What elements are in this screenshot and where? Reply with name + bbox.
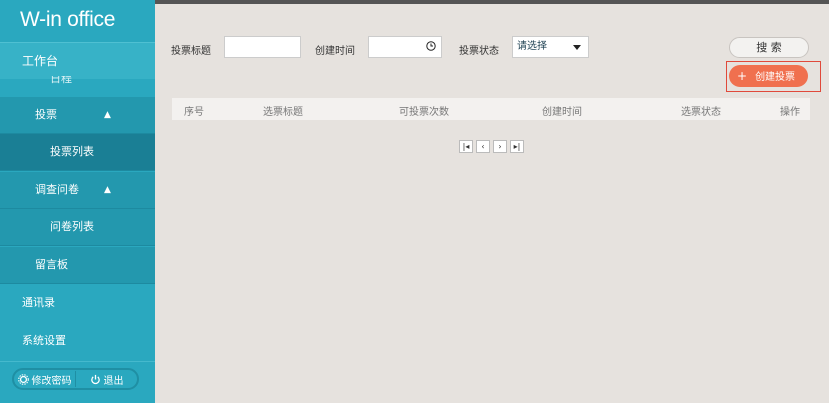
vote-title-input[interactable] xyxy=(224,36,301,58)
vote-status-select[interactable]: 请选择 xyxy=(512,36,589,58)
plus-icon: + xyxy=(737,69,748,83)
logout-label: 退出 xyxy=(103,375,124,387)
gear-icon xyxy=(17,373,29,385)
sidebar-footer: 修改密码 退出 xyxy=(12,368,139,390)
top-bar xyxy=(155,0,829,4)
sidebar-item-schedule-label: 日程 xyxy=(50,76,72,85)
collapse-arrow-icon: ▲ xyxy=(104,110,111,120)
sidebar-section-survey[interactable]: 调查问卷 ▲ xyxy=(0,172,155,209)
col-header-status: 选票状态 xyxy=(681,107,721,118)
search-button[interactable]: 搜 索 xyxy=(729,37,809,58)
power-icon xyxy=(90,374,100,384)
change-password-label: 修改密码 xyxy=(31,375,72,387)
prev-page-button[interactable]: ‹ xyxy=(476,140,490,153)
col-header-create-time: 创建时间 xyxy=(542,107,582,118)
col-header-vote-count: 可投票次数 xyxy=(399,107,449,118)
col-header-actions: 操作 xyxy=(780,107,800,118)
sidebar-item-message-board[interactable]: 留言板 xyxy=(0,247,155,284)
vote-title-label: 投票标题 xyxy=(171,46,211,57)
sidebar: W-in office 工作台 日程 投票 ▲ 投票列表 调查问卷 ▲ 问卷列表… xyxy=(0,0,155,403)
logout-button[interactable]: 退出 xyxy=(76,370,137,388)
last-page-button[interactable]: ▸| xyxy=(510,140,524,153)
col-header-title: 选票标题 xyxy=(263,107,303,118)
app-logo: W-in office xyxy=(0,0,155,42)
sidebar-item-vote-list[interactable]: 投票列表 xyxy=(0,134,155,171)
chevron-down-icon xyxy=(573,45,581,50)
sidebar-item-settings[interactable]: 系统设置 xyxy=(0,322,155,362)
vote-status-label: 投票状态 xyxy=(459,46,499,57)
col-header-index: 序号 xyxy=(184,107,204,118)
pagination: |◂ ‹ › ▸| xyxy=(459,140,524,153)
create-time-input[interactable] xyxy=(368,36,442,58)
sidebar-item-survey-list[interactable]: 问卷列表 xyxy=(0,209,155,246)
create-vote-button[interactable]: + 创建投票 xyxy=(729,65,808,87)
create-time-label: 创建时间 xyxy=(315,46,355,57)
sidebar-item-contacts[interactable]: 通讯录 xyxy=(0,284,155,324)
first-page-button[interactable]: |◂ xyxy=(459,140,473,153)
table-header: 序号 选票标题 可投票次数 创建时间 选票状态 操作 xyxy=(172,98,810,120)
change-password-button[interactable]: 修改密码 xyxy=(14,370,75,388)
sidebar-section-survey-label: 调查问卷 xyxy=(35,183,79,196)
create-vote-label: 创建投票 xyxy=(755,72,796,83)
collapse-arrow-icon: ▲ xyxy=(104,185,111,195)
sidebar-section-vote[interactable]: 投票 ▲ xyxy=(0,97,155,134)
sidebar-item-workbench[interactable]: 工作台 xyxy=(0,42,155,79)
sidebar-section-vote-label: 投票 xyxy=(35,108,57,121)
vote-status-selected: 请选择 xyxy=(517,41,547,52)
next-page-button[interactable]: › xyxy=(493,140,507,153)
sidebar-item-schedule[interactable]: 日程 xyxy=(0,76,155,98)
clock-icon xyxy=(426,41,436,51)
